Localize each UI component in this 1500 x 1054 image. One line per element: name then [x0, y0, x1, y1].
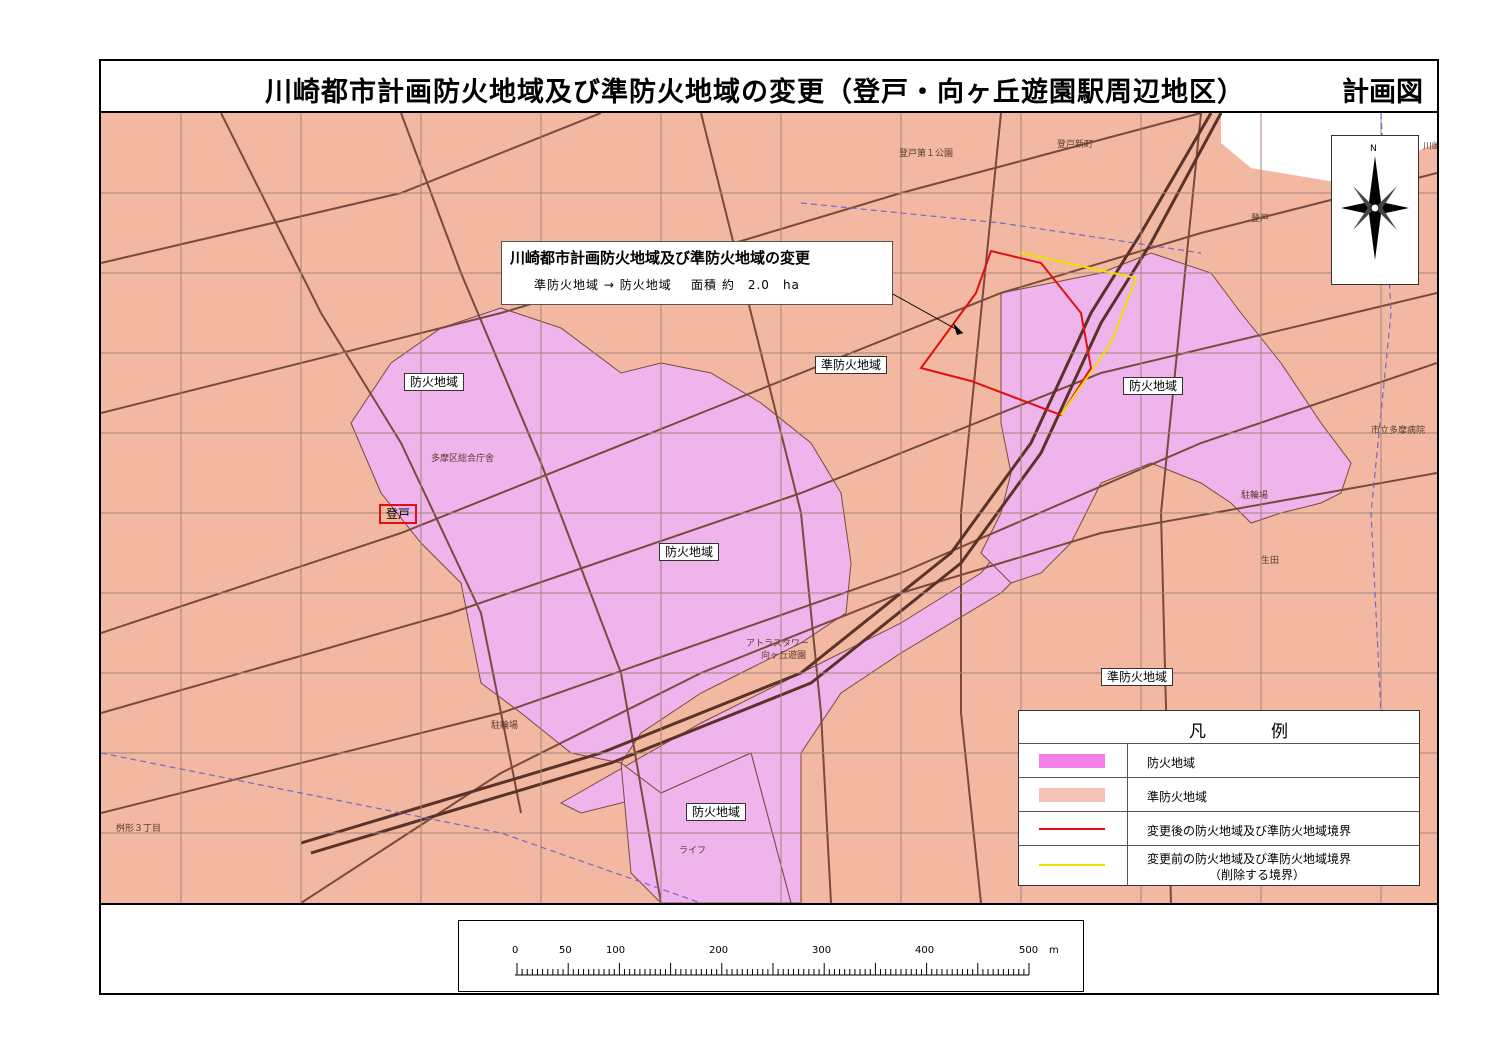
legend-swatch-fire: [1039, 754, 1105, 768]
title-bar: 川崎都市計画防火地域及び準防火地域の変更（登戸・向ヶ丘遊園駅周辺地区） 計画図: [101, 61, 1437, 113]
legend-label: 変更前の防火地域及び準防火地域境界: [1147, 852, 1352, 866]
callout-from-zone: 準防火地域: [534, 278, 600, 292]
place-label: 市立多摩病院: [1371, 426, 1426, 436]
place-label: 桝形３丁目: [116, 824, 162, 834]
place-label: 登戸新町: [1057, 140, 1094, 150]
legend-swatch-quasi: [1039, 788, 1105, 802]
legend-header: 凡 例: [1019, 711, 1419, 743]
legend-item-old-boundary: 変更前の防火地域及び準防火地域境界 （削除する境界）: [1019, 845, 1419, 886]
legend-title-left: 凡: [1189, 722, 1206, 742]
page-title: 川崎都市計画防火地域及び準防火地域の変更（登戸・向ヶ丘遊園駅周辺地区）: [265, 77, 1245, 108]
scale-bar: 0 50 100 200 300 400 500 m: [458, 920, 1084, 992]
scale-panel: 0 50 100 200 300 400 500 m: [101, 903, 1437, 995]
place-label: 登戸第１公園: [899, 149, 954, 159]
place-label: 川崎: [1423, 142, 1437, 152]
place-label: 登戸: [1251, 214, 1270, 224]
legend-label-sub: （削除する境界）: [1209, 868, 1306, 882]
zone-label-fire-center: 防火地域: [659, 543, 720, 561]
place-label: 駐輪場: [1241, 491, 1269, 501]
legend-label: 変更後の防火地域及び準防火地域境界: [1147, 824, 1352, 838]
legend-label: 準防火地域: [1147, 790, 1208, 804]
legend-label: 防火地域: [1147, 756, 1196, 770]
legend-item-fire: 防火地域: [1019, 743, 1419, 778]
place-label: アトラスタワー: [746, 639, 809, 649]
place-label: 生田: [1261, 556, 1280, 566]
scale-tick-label: 500: [1019, 945, 1039, 956]
legend-title-right: 例: [1271, 722, 1288, 742]
scale-tick-label: 50: [559, 945, 572, 956]
map-canvas[interactable]: 川崎都市計画防火地域及び準防火地域の変更 準防火地域 → 防火地域 面積 約 2…: [101, 113, 1437, 903]
station-label: 登戸: [379, 504, 418, 524]
legend: 凡 例 防火地域 準防火地域 変更後の防火地域及び準防火地域境界 変更前の防火地…: [1018, 710, 1420, 886]
callout-to-zone: 防火地域: [619, 278, 672, 292]
legend-item-quasi: 準防火地域: [1019, 777, 1419, 812]
north-arrow: N: [1331, 135, 1419, 285]
scale-tick-label: 300: [812, 945, 832, 956]
zone-label-fire-south: 防火地域: [686, 803, 747, 821]
scale-unit: m: [1049, 945, 1059, 956]
map-sheet: 川崎都市計画防火地域及び準防火地域の変更（登戸・向ヶ丘遊園駅周辺地区） 計画図: [99, 59, 1439, 995]
scale-tick-label: 200: [709, 945, 729, 956]
legend-item-new-boundary: 変更後の防火地域及び準防火地域境界: [1019, 811, 1419, 846]
legend-line-old: [1039, 864, 1105, 866]
zone-label-fire-west: 防火地域: [404, 373, 465, 391]
callout-area-label: 面積: [691, 278, 718, 292]
scale-tick-label: 400: [915, 945, 935, 956]
callout-arrow: →: [603, 278, 615, 292]
compass-rose-icon: [1341, 156, 1409, 260]
legend-line-new: [1039, 828, 1105, 830]
scale-tick-label: 0: [512, 945, 519, 956]
callout-change-line: 準防火地域 → 防火地域 面積 約 2.0 ha: [534, 276, 800, 293]
scale-tick-label: 100: [606, 945, 626, 956]
place-label: 多摩区総合庁舎: [431, 454, 495, 464]
zone-label-quasi-east: 準防火地域: [1101, 668, 1174, 686]
callout-title: 川崎都市計画防火地域及び準防火地域の変更: [510, 249, 811, 267]
page-subtitle: 計画図: [1342, 77, 1423, 108]
zone-label-fire-east: 防火地域: [1123, 377, 1184, 395]
change-callout: 川崎都市計画防火地域及び準防火地域の変更 準防火地域 → 防火地域 面積 約 2…: [501, 241, 893, 305]
place-label: 向ヶ丘遊園: [761, 651, 807, 661]
place-label: ライフ: [679, 846, 707, 856]
zone-label-quasi-north: 準防火地域: [815, 356, 888, 374]
callout-area-value: 約 2.0 ha: [721, 278, 800, 292]
place-label: 駐輪場: [491, 721, 519, 731]
scale-ruler: [515, 963, 1030, 976]
